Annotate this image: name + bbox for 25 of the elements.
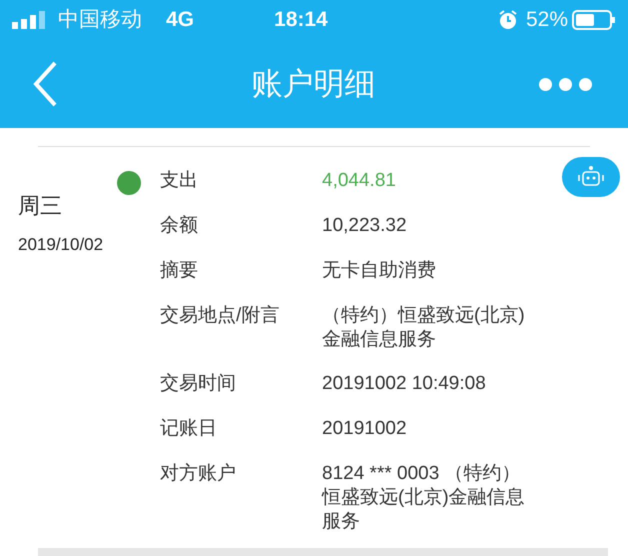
robot-button[interactable] <box>562 157 620 197</box>
alarm-icon <box>498 10 518 30</box>
field-value: 20191002 <box>322 417 407 441</box>
weekday-label: 周三 <box>18 192 63 220</box>
battery-percent: 52% <box>526 7 568 34</box>
field-value: 4,044.81 <box>322 169 396 193</box>
back-icon <box>32 60 58 108</box>
clock-time: 18:14 <box>274 7 328 34</box>
network-type: 4G <box>166 7 194 34</box>
field-value: 无卡自助消费 <box>322 259 436 283</box>
field-label: 交易时间 <box>160 372 237 396</box>
field-label: 记账日 <box>160 417 218 441</box>
field-label: 对方账户 <box>160 462 237 486</box>
field-value: 20191002 10:49:08 <box>322 372 486 396</box>
field-value: 10,223.32 <box>322 214 407 238</box>
field-label: 交易地点/附言 <box>160 304 280 328</box>
date-label: 2019/10/02 <box>18 234 104 256</box>
field-label: 摘要 <box>160 259 199 283</box>
field-label: 支出 <box>160 169 199 193</box>
field-label: 余额 <box>160 214 199 238</box>
carrier-name: 中国移动 <box>58 7 142 34</box>
field-value: 8124 *** 0003 （特约） 恒盛致远(北京)金融信息 服务 <box>322 462 525 534</box>
battery-icon <box>572 10 616 30</box>
page-title: 账户明细 <box>252 64 376 103</box>
field-value: （特约）恒盛致远(北京) 金融信息服务 <box>322 304 525 352</box>
